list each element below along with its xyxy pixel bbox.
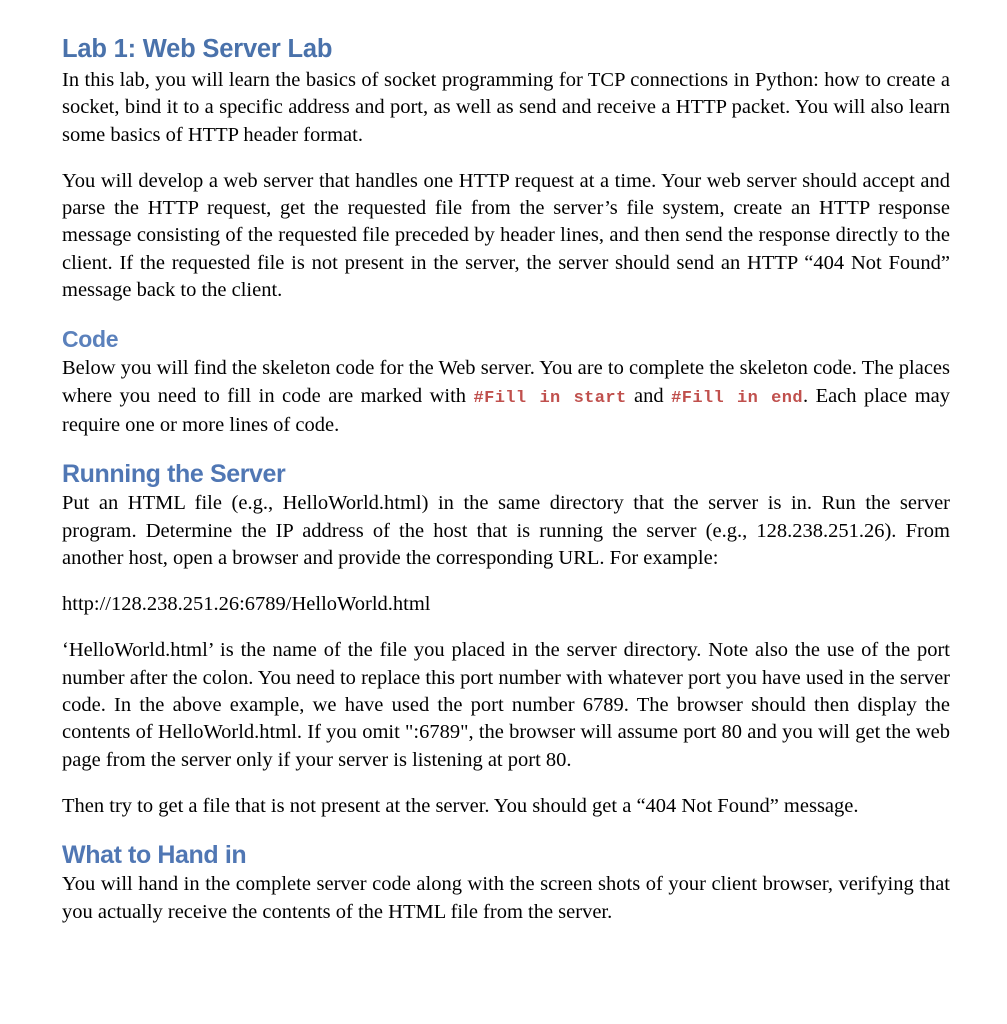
code-paragraph-text-2: and xyxy=(626,384,672,407)
page-title: Lab 1: Web Server Lab xyxy=(62,35,333,63)
heading-code: Code xyxy=(62,326,119,353)
inline-code-fill-end: #Fill in end xyxy=(671,388,803,408)
running-paragraph-2: ‘HelloWorld.html’ is the name of the fil… xyxy=(62,639,950,771)
heading-what-to-hand-in: What to Hand in xyxy=(62,841,247,870)
hand-in-paragraph-1: You will hand in the complete server cod… xyxy=(62,873,950,923)
running-paragraph-1: Put an HTML file (e.g., HelloWorld.html)… xyxy=(62,492,950,569)
running-paragraph-3: Then try to get a file that is not prese… xyxy=(62,794,859,817)
example-url: http://128.238.251.26:6789/HelloWorld.ht… xyxy=(62,593,431,616)
document-page: Lab 1: Web Server Lab In this lab, you w… xyxy=(0,0,1007,1024)
code-paragraph: Below you will find the skeleton code fo… xyxy=(62,355,950,439)
intro-paragraph-1: In this lab, you will learn the basics o… xyxy=(62,69,950,146)
intro-paragraph-2: You will develop a web server that handl… xyxy=(62,169,950,302)
heading-running-the-server: Running the Server xyxy=(62,460,286,489)
inline-code-fill-start: #Fill in start xyxy=(473,388,627,408)
